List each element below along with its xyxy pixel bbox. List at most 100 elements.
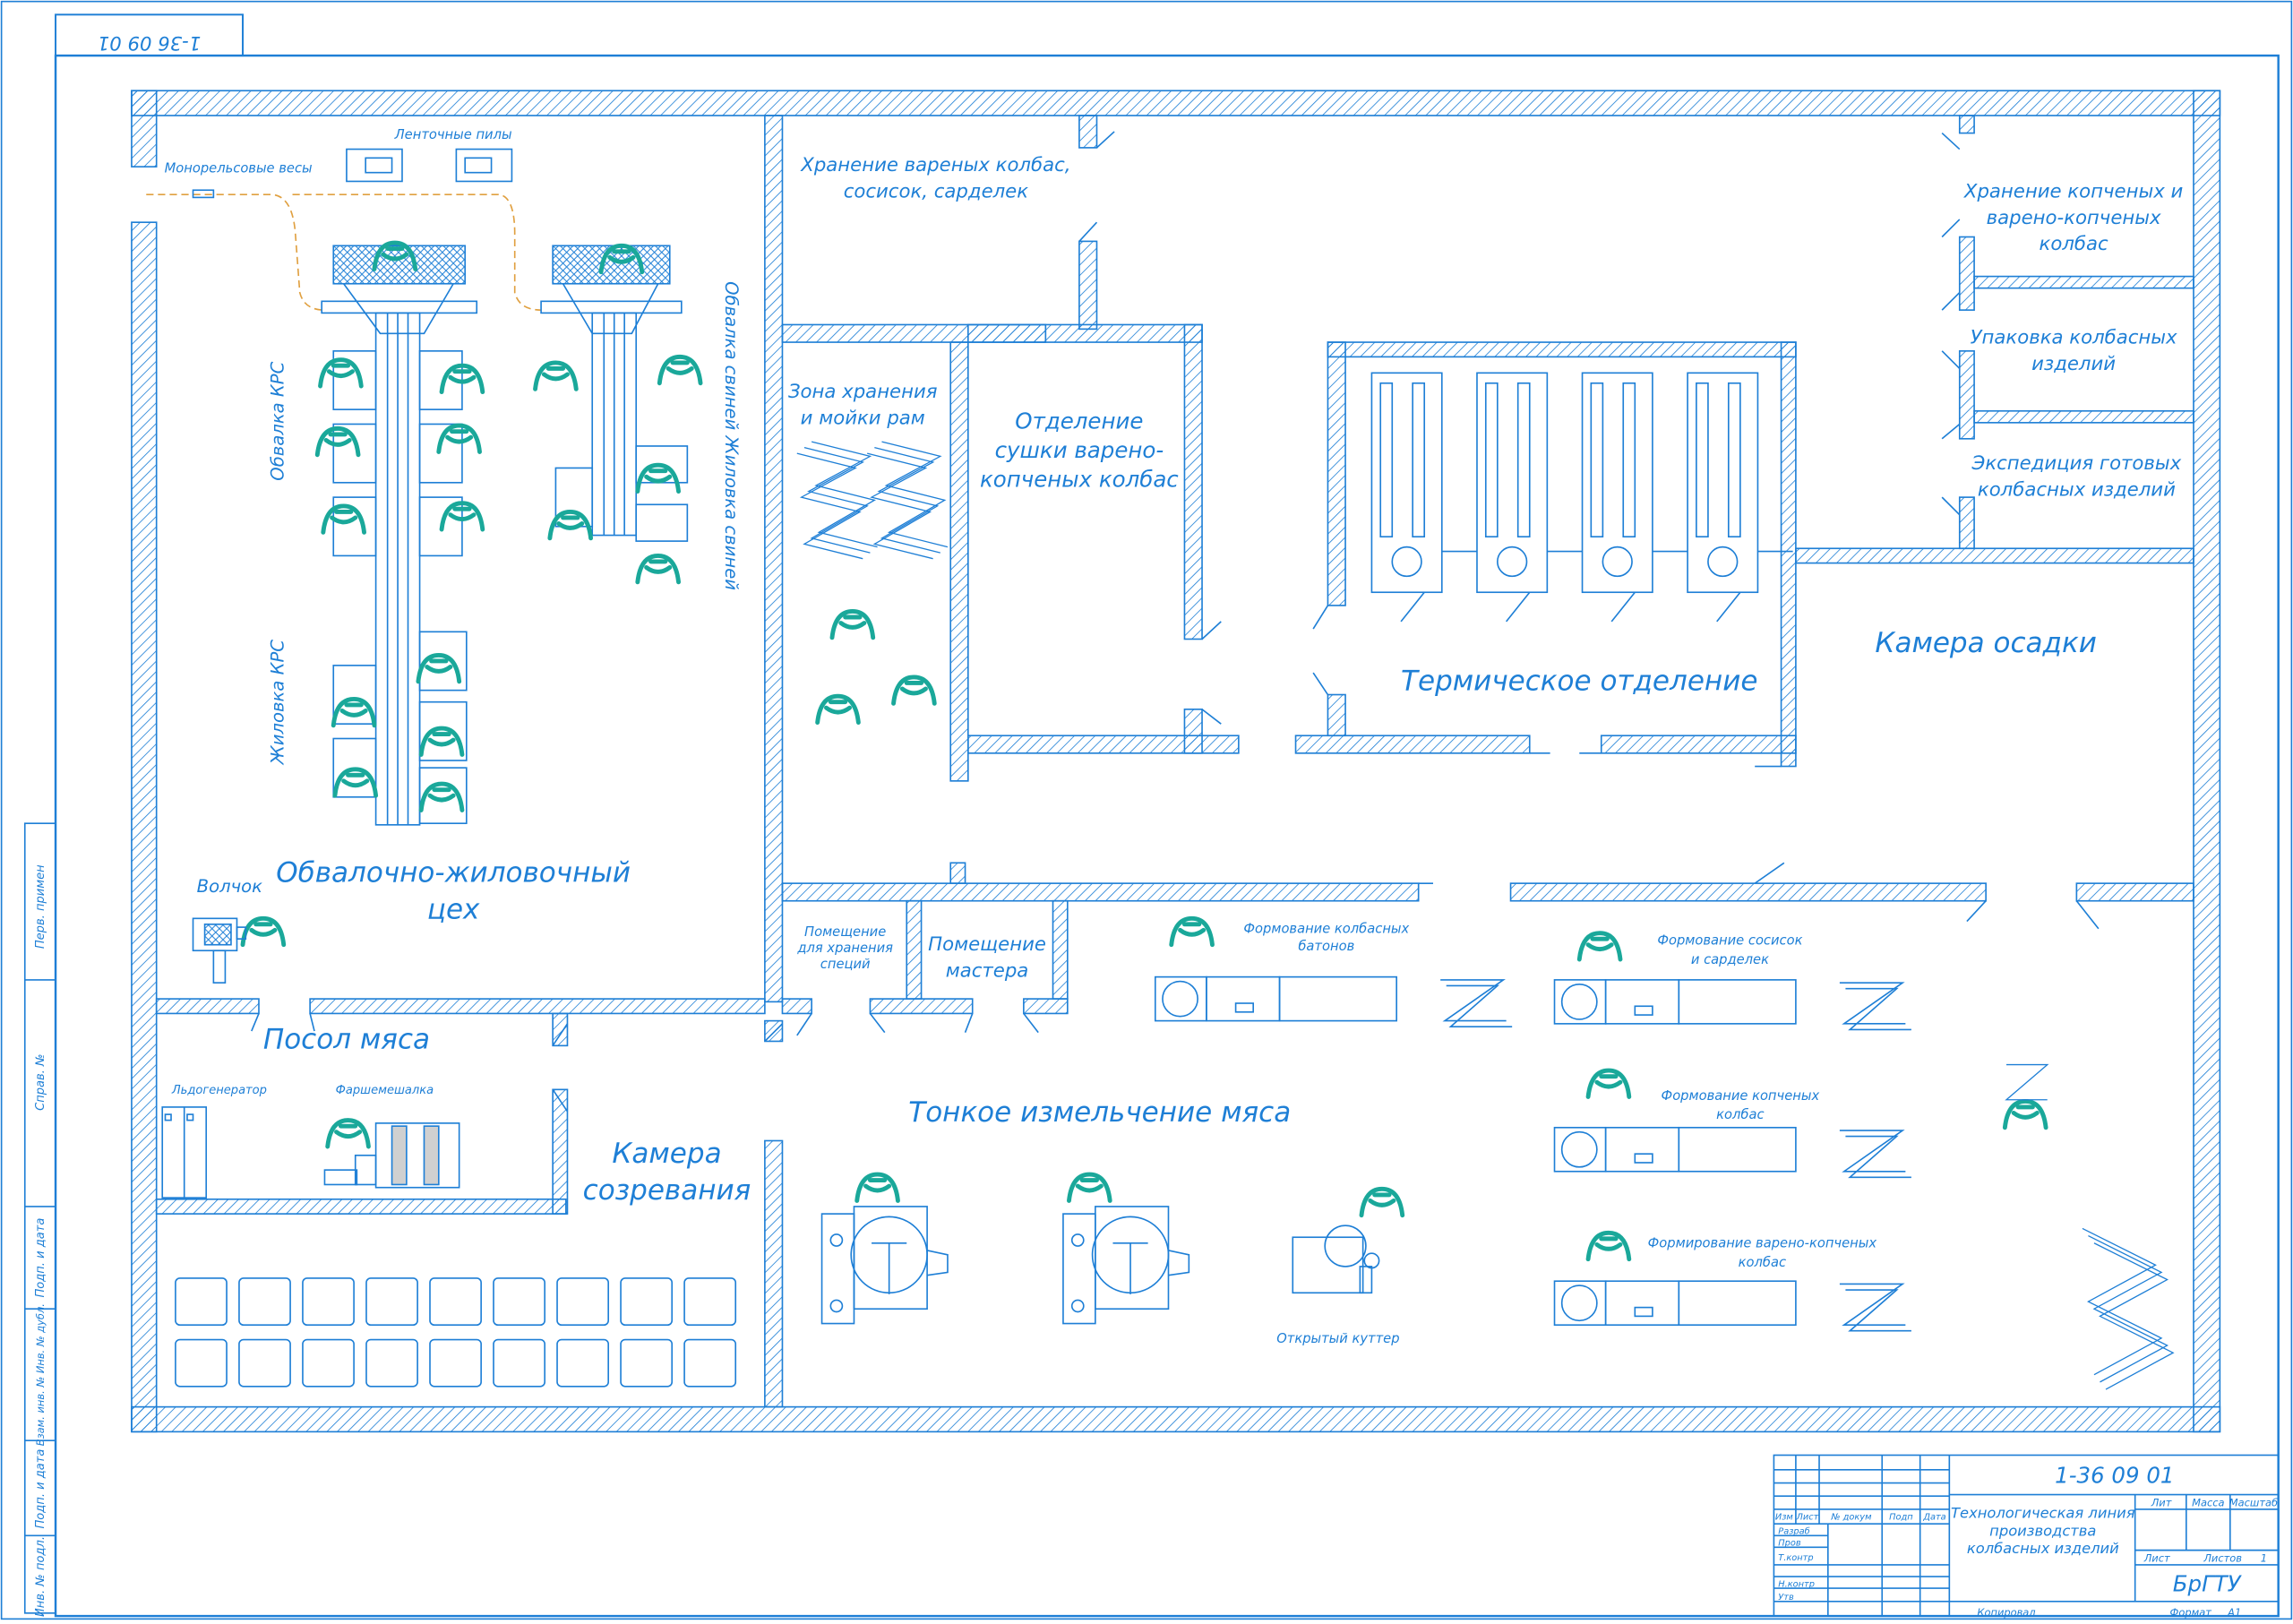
tank-icon <box>238 1277 291 1327</box>
tank-icon <box>302 1338 355 1388</box>
packing-label-2: изделий <box>2031 353 2116 375</box>
forming-3-label: Формование копченых <box>1662 1088 1820 1104</box>
smoked-storage-label-2: варено-копченых <box>1987 207 2161 229</box>
tank-icon <box>556 1338 609 1388</box>
worker-icon <box>325 1118 371 1149</box>
deboning-shop-label-2: цех <box>427 893 480 925</box>
floor-plan: 1-36 09 01 Перв. примен Справ. № Подп. и… <box>0 0 2293 1620</box>
thermal-chamber <box>1687 372 1793 623</box>
worker-icon <box>436 423 482 454</box>
forming-line <box>1553 1126 1911 1179</box>
worker-icon <box>318 357 364 389</box>
worker-icon <box>815 693 861 725</box>
side-label-4: Взам. инв. № Инв. № дубл. <box>34 1303 47 1446</box>
side-label-3: Подп. и дата <box>34 1218 47 1298</box>
meat-grinder <box>192 917 247 984</box>
worker-icon <box>418 781 465 812</box>
tb-doc: № докум <box>1830 1512 1872 1522</box>
tb-prov: Пров <box>1778 1539 1801 1549</box>
forming-lines <box>1154 975 1911 1332</box>
frame-racks <box>796 441 2175 1390</box>
thermal-chambers <box>1370 372 1793 623</box>
worker-icon <box>1585 1068 1632 1099</box>
thermal-chamber <box>1476 372 1583 623</box>
forming-1-label-2: батонов <box>1298 939 1354 954</box>
ripening-label-2: созревания <box>583 1174 751 1207</box>
open-cutter <box>1292 1224 1380 1294</box>
tb-format: Формат <box>2170 1606 2212 1619</box>
boiled-storage-label: Хранение вареных колбас, <box>800 154 1070 176</box>
worker-icon <box>1585 1230 1632 1262</box>
tb-sheet: Лист <box>2143 1552 2170 1565</box>
thermal-label: Термическое отделение <box>1401 666 1757 698</box>
mincers <box>820 1206 1190 1325</box>
settling-label: Камера осадки <box>1875 627 2096 659</box>
grinder-label: Волчок <box>197 876 262 897</box>
forming-line <box>1553 979 1911 1031</box>
smoked-storage-label: Хранение копченых и <box>1963 180 2183 202</box>
sheet-border <box>0 0 2293 1620</box>
tb-razrab: Разраб <box>1778 1526 1809 1537</box>
spice-label: Помещение <box>804 924 886 940</box>
worker-icon <box>855 1172 900 1203</box>
fine-grinding-label: Тонкое измельчение мяса <box>908 1096 1291 1129</box>
side-label-5: Подп. и дата <box>34 1449 47 1529</box>
worker-icon <box>1576 931 1623 962</box>
frames-label: Зона хранения <box>788 381 938 403</box>
forming-3-label-2: колбас <box>1716 1107 1764 1122</box>
tank-icon <box>365 1277 418 1327</box>
tb-sheets: Листов <box>2203 1552 2242 1565</box>
ice-generator <box>161 1106 208 1199</box>
forming-4-label-2: колбас <box>1739 1255 1786 1270</box>
maturation-tanks <box>175 1277 737 1388</box>
worker-icon <box>829 609 876 640</box>
side-label-1: Перв. примен <box>34 864 47 949</box>
worker-icon <box>891 675 937 706</box>
tank-icon <box>683 1277 737 1327</box>
krs-trimming-label: Жиловка КРС <box>268 640 288 766</box>
title-line-1: Технологическая линия <box>1951 1505 2135 1522</box>
meat-mixer <box>323 1122 460 1189</box>
tank-icon <box>683 1338 737 1388</box>
worker-icon <box>635 462 681 494</box>
tank-icon <box>556 1277 609 1327</box>
tb-sheets-n: 1 <box>2261 1552 2267 1565</box>
tb-utv: Утв <box>1778 1593 1794 1603</box>
krs-deboning-label: Обвалка КРС <box>268 361 288 480</box>
thermal-chamber <box>1370 372 1477 623</box>
expedition-label: Экспедиция готовых <box>1971 452 2182 475</box>
worker-icon <box>1359 1186 1405 1218</box>
band-saws <box>346 148 513 183</box>
drying-label-2: сушки варено- <box>995 437 1164 463</box>
tank-icon <box>302 1277 355 1327</box>
monorail-label: Монорельсовые весы <box>165 161 313 176</box>
forming-2-label: Формование сосисок <box>1657 933 1802 949</box>
worker-icon <box>635 553 681 585</box>
doors <box>251 131 2100 1113</box>
expedition-label-2: колбасных изделий <box>1978 478 2176 501</box>
tank-icon <box>175 1338 228 1388</box>
tb-tkontr: Т.контр <box>1778 1553 1813 1563</box>
saws-label: Ленточные пилы <box>394 127 512 142</box>
worker-icon <box>314 425 361 458</box>
worker-icon <box>1067 1172 1112 1203</box>
tank-icon <box>493 1277 545 1327</box>
worker-icon <box>331 696 377 728</box>
drying-label-3: копченых колбас <box>980 467 1179 493</box>
drying-label: Отделение <box>1015 408 1143 434</box>
worker-icon <box>240 915 287 948</box>
tb-copied: Копировал <box>1977 1606 2035 1619</box>
tb-date: Дата <box>1922 1512 1945 1522</box>
drawing-sheet: 1-36 09 01 Перв. примен Справ. № Подп. и… <box>0 0 2293 1620</box>
title-line-3: колбасных изделий <box>1967 1540 2119 1557</box>
salting-label: Посол мяса <box>263 1024 430 1056</box>
forming-1-label: Формование колбасных <box>1243 922 1409 937</box>
top-stamp-text: 1-36 09 01 <box>98 31 202 54</box>
smoked-storage-label-3: колбас <box>2040 233 2108 255</box>
mixer-label: Фаршемешалка <box>336 1084 434 1097</box>
boiled-storage-label-2: сосисок, сарделек <box>844 180 1029 202</box>
tb-mass: Масса <box>2192 1497 2224 1509</box>
worker-icon <box>332 767 379 798</box>
tank-icon <box>620 1277 674 1327</box>
forming-4-label: Формирование варено-копченых <box>1648 1236 1877 1251</box>
